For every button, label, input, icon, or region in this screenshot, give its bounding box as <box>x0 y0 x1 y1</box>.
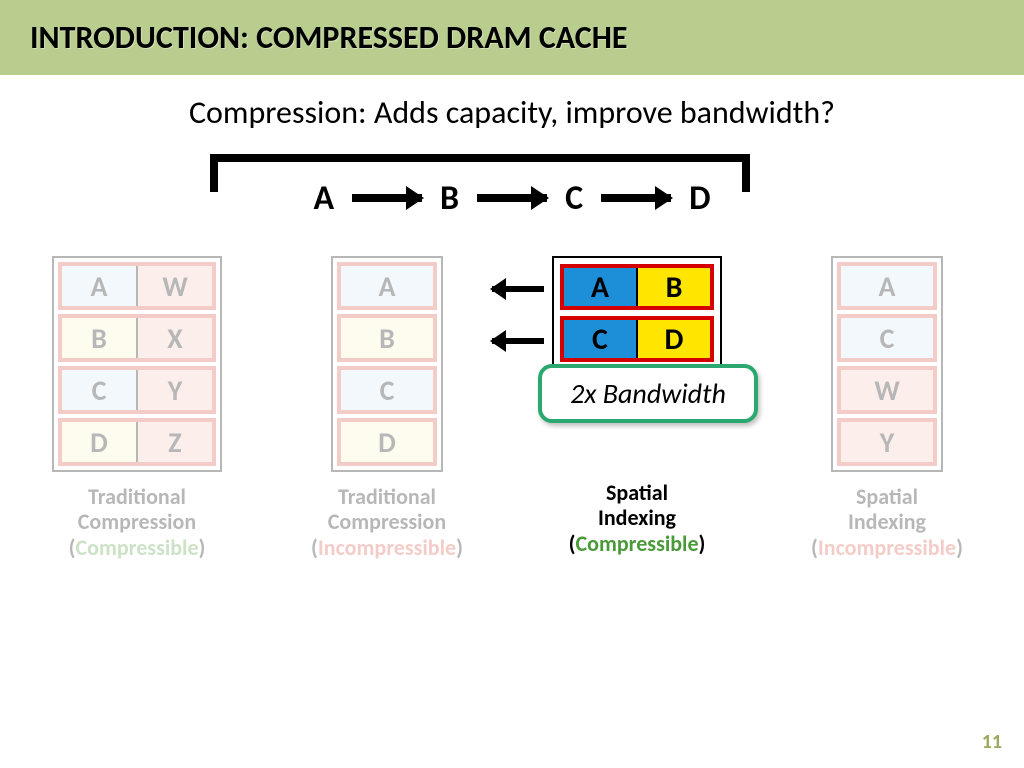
cell: A <box>341 266 433 306</box>
caption: Spatial Indexing (Compressible) <box>569 480 706 556</box>
cell: C <box>62 370 138 410</box>
cell: A <box>841 266 933 306</box>
arrow-icon <box>477 194 547 202</box>
caption: Traditional Compression (Incompressible) <box>311 484 463 560</box>
arrow-icon <box>601 194 671 202</box>
cell: C <box>341 370 433 410</box>
bandwidth-badge: 2x Bandwidth <box>538 364 758 423</box>
slide-number: 11 <box>982 730 1002 754</box>
cell: Y <box>138 370 212 410</box>
cell: B <box>341 318 433 358</box>
cell: A <box>564 268 638 306</box>
flow-a: A <box>313 178 334 219</box>
cell: W <box>138 266 212 306</box>
cell: B <box>638 268 710 306</box>
col-spatial-incompressible: A C W Y Spatial Indexing (Incompressible… <box>782 256 992 560</box>
cell: A <box>62 266 138 306</box>
caption: Spatial Indexing (Incompressible) <box>811 484 963 560</box>
cell: Y <box>841 422 933 462</box>
flow-c: C <box>565 178 583 219</box>
cell: W <box>841 370 933 410</box>
slide-subtitle: Compression: Adds capacity, improve band… <box>0 93 1024 132</box>
col-spatial-compressible: AB CD 2x Bandwidth Spatial Indexing (Com… <box>532 256 742 560</box>
slide-title: INTRODUCTION: COMPRESSED DRAM CACHE <box>0 0 1024 75</box>
arrow-icon <box>352 194 422 202</box>
flow-bracket <box>210 154 750 178</box>
cell: C <box>564 320 638 358</box>
caption: Traditional Compression (Compressible) <box>69 484 206 560</box>
cell: X <box>138 318 212 358</box>
col-traditional-incompressible: A B C D Traditional Compression (Incompr… <box>282 256 492 560</box>
cell: Z <box>138 422 212 462</box>
cell: B <box>62 318 138 358</box>
col-traditional-compressible: AW BX CY DZ Traditional Compression (Com… <box>32 256 242 560</box>
cell: D <box>341 422 433 462</box>
cell: C <box>841 318 933 358</box>
cell: D <box>638 320 710 358</box>
flow-diagram: A B C D <box>0 154 1024 224</box>
flow-d: D <box>689 178 710 219</box>
left-arrow-icon <box>492 338 544 344</box>
flow-b: B <box>440 178 459 219</box>
cell: D <box>62 422 138 462</box>
left-arrow-icon <box>492 286 544 292</box>
